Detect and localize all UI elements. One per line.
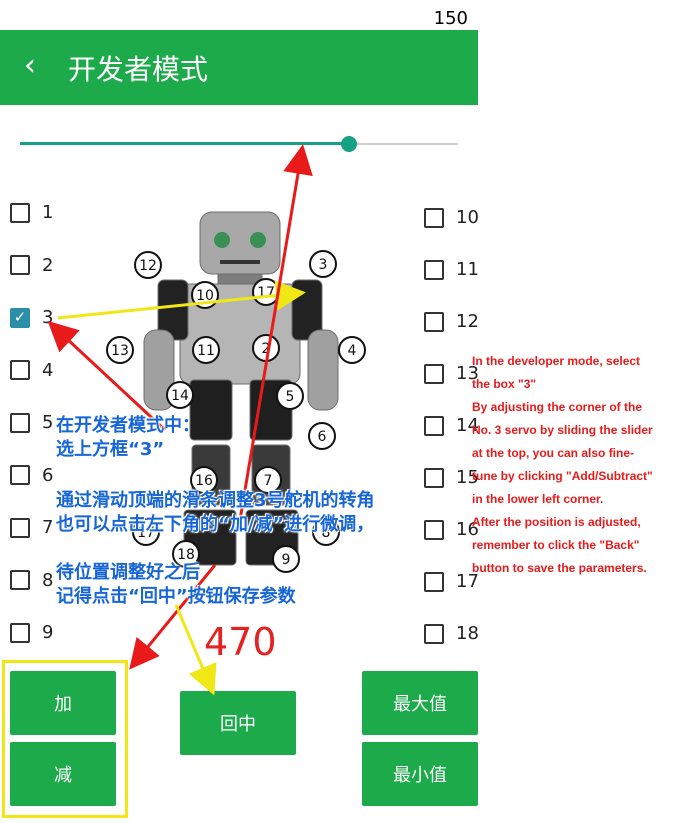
- annotation-en-line: at the top, you can also fine-: [472, 446, 635, 460]
- annotation-en-line: remember to click the "Back": [472, 538, 640, 552]
- annotation-zh-6: 记得点击“回中”按钮保存参数: [56, 586, 296, 607]
- annotation-en-line: the box "3": [472, 377, 537, 391]
- annotation-zh-1: 在开发者模式中：: [56, 415, 200, 436]
- annotation-en-line: button to save the parameters.: [472, 561, 647, 575]
- annotation-en-line: In the developer mode, select: [472, 354, 641, 368]
- annotation-zh-4: 也可以点击左下角的“加/减”进行微调，: [56, 514, 375, 535]
- annotation-en-line: By adjusting the corner of the: [472, 400, 643, 414]
- annotation-en: In the developer mode, select the box "3…: [472, 350, 677, 580]
- annotation-en-line: No. 3 servo by sliding the slider: [472, 423, 653, 437]
- annotation-en-line: in the lower left corner.: [472, 492, 604, 506]
- annotation-en-line: After the position is adjusted,: [472, 515, 641, 529]
- annotation-en-line: tune by clicking "Add/Subtract": [472, 469, 653, 483]
- annotation-zh-3: 通过滑动顶端的滑条调整3号舵机的转角: [56, 490, 375, 511]
- annotation-zh-5: 待位置调整好之后: [56, 562, 200, 583]
- annotation-zh-2: 选上方框“3”: [56, 439, 165, 460]
